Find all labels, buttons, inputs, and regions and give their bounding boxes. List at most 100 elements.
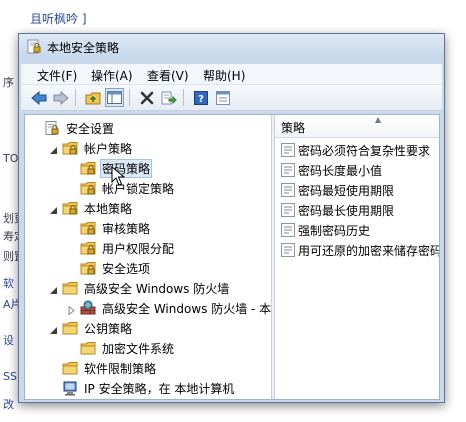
list-header[interactable]: 策略 ▲ <box>275 115 439 138</box>
tree-node-label: 审核策略 <box>102 221 151 236</box>
folder-lock-icon <box>80 260 96 276</box>
tree-node[interactable]: 加密文件系统 <box>67 338 176 358</box>
column-header-policy[interactable]: 策略 <box>281 119 305 136</box>
background-fragment: 设 <box>3 334 14 347</box>
help-icon[interactable]: ? <box>191 88 210 107</box>
policy-row[interactable]: 密码最长使用期限 <box>281 200 394 220</box>
toolbar-separator <box>75 89 76 106</box>
collapsed-triangle-icon[interactable] <box>67 304 76 316</box>
menu-help[interactable]: 帮助(H) <box>201 67 247 84</box>
background-fragment: TO <box>3 152 19 165</box>
policy-name: 强制密码历史 <box>298 223 371 238</box>
tree-node[interactable]: 安全设置 <box>31 118 116 138</box>
tree-node-label: 本地策略 <box>84 201 133 216</box>
folder-icon <box>62 280 78 296</box>
policy-setting-icon <box>281 243 295 257</box>
tree-node-label: IP 安全策略，在 本地计算机 <box>84 381 235 396</box>
tree-node[interactable]: 公钥策略 <box>49 318 134 338</box>
tree-node[interactable]: IP 安全策略，在 本地计算机 <box>49 378 236 398</box>
policy-name: 密码必须符合复杂性要求 <box>298 143 431 158</box>
back-icon[interactable] <box>29 88 48 107</box>
security-policy-app-icon <box>27 39 41 54</box>
background-fragment: SS <box>3 370 17 383</box>
tree-pane: 安全设置 帐户策略 密码策略 帐户锁定策略 本地策略 审核策略 用户权限分配 安全选项 高级安全… <box>25 115 271 399</box>
menu-action[interactable]: 操作(A) <box>89 67 135 84</box>
svg-text:?: ? <box>198 94 204 105</box>
expand-triangle-icon[interactable] <box>49 284 58 294</box>
mouse-cursor-icon <box>111 166 125 186</box>
policy-name: 用可还原的加密来储存密码 <box>298 243 439 258</box>
background-fragment: 序 <box>3 76 14 89</box>
policy-setting-icon <box>281 183 295 197</box>
policy-row[interactable]: 密码最短使用期限 <box>281 180 394 200</box>
show-hide-tree-icon[interactable] <box>105 88 124 107</box>
folder-lock-icon <box>80 220 96 236</box>
policy-row[interactable]: 强制密码历史 <box>281 220 370 240</box>
policy-row[interactable]: 密码必须符合复杂性要求 <box>281 140 430 160</box>
background-title: 且听枫吟 ] <box>30 12 87 26</box>
tree-node-label: 公钥策略 <box>84 321 133 336</box>
folder-icon <box>62 360 78 376</box>
policy-setting-icon <box>281 223 295 237</box>
tree-node[interactable]: 帐户策略 <box>49 138 134 158</box>
tree-node[interactable]: 用户权限分配 <box>67 238 176 258</box>
export-list-icon[interactable] <box>159 88 178 107</box>
ip-security-icon <box>62 380 78 396</box>
tree-node[interactable]: 本地策略 <box>49 198 134 218</box>
background-fragment: 改 <box>3 398 14 411</box>
tree-node-label: 密码策略 <box>100 158 153 178</box>
tree-node[interactable]: 审核策略 <box>67 218 152 238</box>
folder-lock-icon <box>62 200 78 216</box>
toolbar-separator <box>183 89 184 106</box>
title-bar[interactable]: 本地安全策略 <box>19 34 444 60</box>
folder-lock-icon <box>62 140 78 156</box>
tree-node-label: 安全设置 <box>66 121 115 136</box>
tree-node-label: 软件限制策略 <box>84 361 157 376</box>
folder-icon <box>80 340 96 356</box>
up-folder-icon[interactable] <box>83 88 102 107</box>
folder-lock-icon <box>80 240 96 256</box>
expand-triangle-icon[interactable] <box>49 204 58 214</box>
folder-lock-icon <box>80 180 96 196</box>
tree-node[interactable]: 软件限制策略 <box>49 358 158 378</box>
tree-node-label: 高级安全 Windows 防火墙 - 本地 <box>102 301 271 316</box>
policy-name: 密码最短使用期限 <box>298 183 395 198</box>
folder-lock-icon <box>80 160 96 176</box>
menu-file[interactable]: 文件(F) <box>35 67 79 84</box>
policy-setting-icon <box>281 163 295 177</box>
policy-row[interactable]: 用可还原的加密来储存密码 <box>281 240 439 260</box>
forward-icon[interactable] <box>51 88 70 107</box>
expand-triangle-icon[interactable] <box>49 324 58 334</box>
local-security-policy-window: 本地安全策略 文件(F) 操作(A) 查看(V) 帮助(H) ? 安全设置 帐户… <box>18 33 445 403</box>
tree-node-label: 用户权限分配 <box>102 241 175 256</box>
toolbar: ? <box>21 85 442 111</box>
policy-setting-icon <box>281 203 295 217</box>
policy-setting-icon <box>281 143 295 157</box>
menu-bar: 文件(F) 操作(A) 查看(V) 帮助(H) <box>21 64 442 85</box>
folder-icon <box>62 320 78 336</box>
properties-icon[interactable] <box>213 88 232 107</box>
tree-node-label: 高级安全 Windows 防火墙 <box>84 281 230 296</box>
tree-node[interactable]: 密码策略 <box>67 158 153 178</box>
window-title: 本地安全策略 <box>47 41 120 55</box>
tree-node[interactable]: 安全选项 <box>67 258 152 278</box>
expand-triangle-icon[interactable] <box>49 144 58 154</box>
tree-node-label: 安全选项 <box>102 261 151 276</box>
tree-node[interactable]: 高级安全 Windows 防火墙 - 本地 <box>67 298 271 318</box>
policy-name: 密码最长使用期限 <box>298 203 395 218</box>
menu-view[interactable]: 查看(V) <box>145 67 191 84</box>
tree-node[interactable]: 高级安全 Windows 防火墙 <box>49 278 231 298</box>
policy-row[interactable]: 密码长度最小值 <box>281 160 382 180</box>
delete-icon[interactable] <box>137 88 156 107</box>
background-fragment: 软 <box>3 277 14 290</box>
content-area: 安全设置 帐户策略 密码策略 帐户锁定策略 本地策略 审核策略 用户权限分配 安全选项 高级安全… <box>24 114 440 400</box>
